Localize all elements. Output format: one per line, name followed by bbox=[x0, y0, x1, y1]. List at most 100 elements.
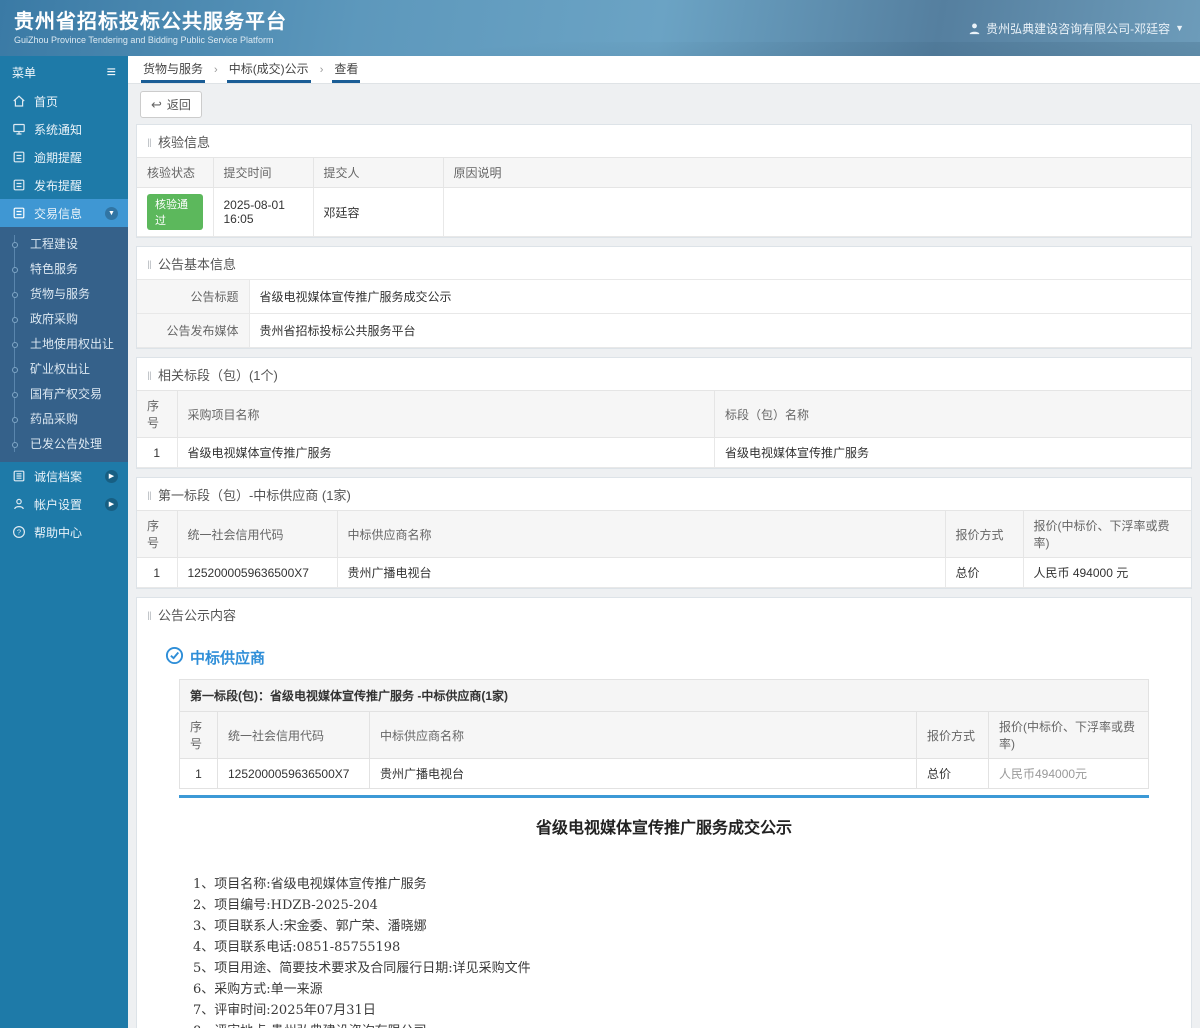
target-check-icon bbox=[165, 646, 184, 669]
panel-announcement-basic: ‖ 公告基本信息 公告标题 省级电视媒体宣传推广服务成交公示 公告发布媒体 贵州省… bbox=[136, 246, 1192, 349]
sidebar-item-account-settings[interactable]: 帐户设置 ▶ bbox=[0, 490, 128, 518]
table-row: 核验通过 2025-08-01 16:05 邓廷容 bbox=[137, 187, 1191, 237]
col-header: 核验状态 bbox=[137, 157, 214, 188]
winner-badge-title: 中标供应商 bbox=[165, 646, 1149, 669]
chevron-right-icon: ▶ bbox=[105, 469, 118, 483]
sidebar-item-label: 诚信档案 bbox=[34, 469, 83, 484]
document-icon bbox=[12, 206, 26, 220]
user-menu[interactable]: 贵州弘典建设咨询有限公司-邓廷容 ▼ bbox=[968, 20, 1184, 37]
sidebar-item-trade-info[interactable]: 交易信息 ▼ bbox=[0, 199, 128, 227]
sidebar-item-label: 帐户设置 bbox=[34, 497, 83, 512]
announcement-document: 省级电视媒体宣传推广服务成交公示 1、项目名称:省级电视媒体宣传推广服务 2、项… bbox=[179, 814, 1149, 1028]
col-header: 采购项目名称 bbox=[176, 390, 716, 438]
doc-line: 5、项目用途、简要技术要求及合同履行日期:详见采购文件 bbox=[193, 961, 531, 976]
section-band: 第一标段(包)：省级电视媒体宣传推广服务 -中标供应商(1家) bbox=[179, 679, 1149, 711]
question-icon: ? bbox=[12, 525, 26, 539]
page-title: 贵州省招标投标公共服务平台 bbox=[14, 11, 287, 33]
sidebar-item-publish[interactable]: 发布提醒 bbox=[0, 171, 128, 199]
sidebar-item-label: 首页 bbox=[34, 94, 59, 109]
section-marker: ‖ bbox=[147, 369, 152, 383]
sidebar-subitem-drug-procurement[interactable]: 药品采购 bbox=[0, 406, 128, 431]
sidebar-item-label: 帮助中心 bbox=[34, 525, 83, 540]
section-marker: ‖ bbox=[147, 258, 152, 272]
sidebar-item-label: 系统通知 bbox=[34, 122, 83, 137]
sidebar-subitem-goods-services[interactable]: 货物与服务 bbox=[0, 281, 128, 306]
sidebar: 菜单 ≡ 首页 系统通知 逾期提醒 发布提醒 交易信息 ▼ 工程建设 特色服务 … bbox=[0, 56, 128, 1028]
table-row: 1 1252000059636500X7 贵州广播电视台 总价 人民币49400… bbox=[179, 758, 1149, 789]
chevron-down-icon: ▼ bbox=[1175, 23, 1184, 33]
doc-line: 7、评审时间:2025年07月31日 bbox=[193, 1003, 376, 1018]
sidebar-header: 菜单 ≡ bbox=[0, 56, 128, 87]
monitor-icon bbox=[12, 122, 26, 136]
col-header: 提交人 bbox=[312, 157, 444, 188]
app-root: 贵州省招标投标公共服务平台 GuiZhou Province Tendering… bbox=[0, 0, 1200, 1028]
svg-text:?: ? bbox=[17, 528, 21, 537]
section-title: ‖ 第一标段（包）-中标供应商 (1家) bbox=[147, 488, 351, 503]
sidebar-item-label: 发布提醒 bbox=[34, 178, 83, 193]
field-label: 公告标题 bbox=[137, 279, 250, 314]
field-value: 贵州省招标投标公共服务平台 bbox=[248, 313, 1191, 348]
table-row: 1 省级电视媒体宣传推广服务 省级电视媒体宣传推广服务 bbox=[137, 437, 1191, 468]
breadcrumb-item-view[interactable]: 查看 bbox=[332, 56, 361, 83]
sidebar-item-credit-archive[interactable]: 诚信档案 ▶ bbox=[0, 462, 128, 490]
breadcrumb-item-goods-services[interactable]: 货物与服务 bbox=[141, 56, 206, 83]
sidebar-subitem-featured[interactable]: 特色服务 bbox=[0, 256, 128, 281]
breadcrumb-separator: › bbox=[214, 63, 218, 76]
doc-line: 3、项目联系人:宋金委、郭广荣、潘晓娜 bbox=[193, 919, 427, 934]
panel-related-sections: ‖ 相关标段（包）(1个) 序号 采购项目名称 标段（包）名称 1 省级电视媒体宣… bbox=[136, 357, 1192, 469]
list-icon bbox=[12, 469, 26, 483]
sidebar-item-overdue[interactable]: 逾期提醒 bbox=[0, 143, 128, 171]
table-row: 公告发布媒体 贵州省招标投标公共服务平台 bbox=[137, 313, 1191, 348]
col-header: 中标供应商名称 bbox=[369, 711, 917, 759]
sidebar-item-help-center[interactable]: ? 帮助中心 bbox=[0, 518, 128, 546]
user-icon bbox=[968, 22, 981, 35]
sidebar-subitem-land-rights[interactable]: 土地使用权出让 bbox=[0, 331, 128, 356]
user-icon bbox=[12, 497, 26, 511]
sidebar-subitem-mining-rights[interactable]: 矿业权出让 bbox=[0, 356, 128, 381]
col-header: 报价方式 bbox=[916, 711, 989, 759]
page-subtitle: GuiZhou Province Tendering and Bidding P… bbox=[14, 35, 274, 45]
sidebar-item-notices[interactable]: 系统通知 bbox=[0, 115, 128, 143]
field-label: 公告发布媒体 bbox=[137, 313, 250, 348]
chevron-down-icon: ▼ bbox=[105, 206, 118, 220]
chevron-right-icon: ▶ bbox=[105, 497, 118, 511]
field-value: 省级电视媒体宣传推广服务成交公示 bbox=[248, 279, 1191, 314]
sidebar-subitem-published-notices[interactable]: 已发公告处理 bbox=[0, 431, 128, 456]
col-header: 中标供应商名称 bbox=[336, 510, 946, 558]
section-marker: ‖ bbox=[147, 489, 152, 503]
sidebar-subitem-engineering[interactable]: 工程建设 bbox=[0, 231, 128, 256]
doc-line: 6、采购方式:单一来源 bbox=[193, 982, 323, 997]
doc-line: 8、评审地点:贵州弘典建设咨询有限公司 bbox=[193, 1021, 1149, 1028]
back-icon: ↩ bbox=[151, 97, 162, 112]
document-icon bbox=[12, 150, 26, 164]
user-name: 贵州弘典建设咨询有限公司-邓廷容 bbox=[986, 21, 1171, 36]
panel-winning-supplier: ‖ 第一标段（包）-中标供应商 (1家) 序号 统一社会信用代码 中标供应商名称 … bbox=[136, 477, 1192, 589]
toolbar: ↩ 返回 bbox=[128, 84, 1200, 124]
col-header: 报价方式 bbox=[944, 510, 1024, 558]
col-header: 序号 bbox=[179, 711, 218, 759]
col-header: 提交时间 bbox=[212, 157, 314, 188]
col-header: 统一社会信用代码 bbox=[217, 711, 370, 759]
sidebar-item-label: 交易信息 bbox=[34, 206, 83, 221]
app-header: 贵州省招标投标公共服务平台 GuiZhou Province Tendering… bbox=[0, 0, 1200, 56]
document-title: 省级电视媒体宣传推广服务成交公示 bbox=[535, 818, 792, 837]
document-icon bbox=[12, 178, 26, 192]
divider bbox=[179, 795, 1149, 798]
doc-line: 2、项目编号:HDZB-2025-204 bbox=[193, 898, 378, 913]
section-title: ‖ 公告基本信息 bbox=[147, 257, 236, 272]
col-header: 原因说明 bbox=[442, 157, 1191, 188]
sidebar-subitem-gov-procurement[interactable]: 政府采购 bbox=[0, 306, 128, 331]
sidebar-subitem-state-assets[interactable]: 国有产权交易 bbox=[0, 381, 128, 406]
menu-label: 菜单 bbox=[12, 66, 37, 80]
breadcrumb-item-award-notice[interactable]: 中标(成交)公示 bbox=[226, 56, 311, 83]
submitter: 邓廷容 bbox=[312, 187, 444, 237]
section-marker: ‖ bbox=[147, 609, 152, 623]
hamburger-icon[interactable]: ≡ bbox=[107, 64, 116, 80]
reason bbox=[442, 187, 1191, 237]
submit-time: 2025-08-01 16:05 bbox=[212, 187, 314, 237]
back-button[interactable]: ↩ 返回 bbox=[140, 91, 202, 118]
table-row: 公告标题 省级电视媒体宣传推广服务成交公示 bbox=[137, 279, 1191, 314]
breadcrumb: 货物与服务 › 中标(成交)公示 › 查看 bbox=[128, 56, 1200, 84]
main-content: 货物与服务 › 中标(成交)公示 › 查看 ↩ 返回 ‖ 核验信息 核验状态 提交… bbox=[128, 56, 1200, 1028]
sidebar-item-home[interactable]: 首页 bbox=[0, 87, 128, 115]
